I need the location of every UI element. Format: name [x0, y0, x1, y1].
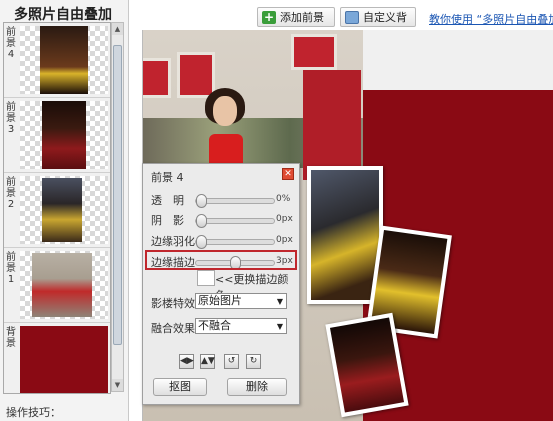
- layer-thumbnail: [20, 101, 108, 169]
- toolbar: + 添加前景 自定义背景 教你使用 “多照片自由叠加: [129, 0, 553, 44]
- slider-knob[interactable]: [196, 214, 207, 228]
- layer-list: 前景4 前景3 前景2 前景1 背景: [3, 22, 111, 394]
- layer-item-foreground-3[interactable]: 前景3: [4, 98, 110, 173]
- photo: [311, 170, 379, 300]
- storefront-red-wall: [303, 70, 361, 180]
- red-dress: [209, 134, 243, 164]
- layer-item-background[interactable]: 背景: [4, 323, 110, 393]
- feather-label: 边缘羽化: [151, 235, 195, 248]
- photo: [329, 317, 405, 413]
- building-window: [143, 58, 171, 98]
- opacity-value: 0%: [276, 194, 291, 204]
- layer-label: 前景3: [6, 102, 16, 135]
- layer-thumbnail: [20, 26, 108, 94]
- effect-label: 影楼特效: [151, 297, 195, 310]
- layer-list-scrollbar[interactable]: ▲ ▼: [111, 22, 124, 392]
- layer-thumbnail: [20, 251, 108, 319]
- feather-slider[interactable]: [195, 235, 275, 249]
- shadow-label: 阴 影: [151, 214, 184, 227]
- photo-thumbnail: [32, 253, 92, 317]
- layer-item-foreground-4[interactable]: 前景4: [4, 23, 110, 98]
- scroll-down-arrow-icon[interactable]: ▼: [112, 379, 123, 391]
- shadow-slider[interactable]: [195, 214, 275, 228]
- layer-item-foreground-2[interactable]: 前景2: [4, 173, 110, 248]
- cutout-button[interactable]: 抠图: [153, 378, 207, 396]
- blend-select-value: 不融合: [198, 319, 231, 332]
- flip-vertical-icon[interactable]: ▲▼: [200, 354, 215, 369]
- opacity-slider[interactable]: [195, 194, 275, 208]
- woman-face: [213, 96, 237, 126]
- photo-thumbnail: [42, 178, 82, 242]
- photo-thumbnail: [40, 26, 88, 94]
- panel-title: 前景 4: [151, 171, 184, 184]
- opacity-label: 透 明: [151, 194, 184, 207]
- add-foreground-label: 添加前景: [280, 11, 324, 24]
- layer-label: 前景4: [6, 27, 16, 60]
- tutorial-link[interactable]: 教你使用 “多照片自由叠加: [429, 11, 553, 27]
- add-foreground-button[interactable]: + 添加前景: [257, 7, 335, 27]
- stroke-highlight-box: [145, 250, 297, 270]
- effect-select-value: 原始图片: [198, 294, 242, 307]
- building-window: [291, 34, 337, 70]
- scrollbar-thumb[interactable]: [113, 45, 122, 345]
- layer-property-panel: 前景 4 ✕ 透 明 0% 阴 影 0px 边缘羽化 0px 边缘描边 3px …: [142, 163, 300, 405]
- close-icon[interactable]: ✕: [282, 168, 294, 180]
- rotate-left-icon[interactable]: ↺: [224, 354, 239, 369]
- slider-knob[interactable]: [196, 194, 207, 208]
- add-image-icon: +: [262, 10, 276, 24]
- blend-label: 融合效果: [151, 322, 195, 335]
- feather-value: 0px: [276, 235, 293, 245]
- stroke-color-swatch[interactable]: [197, 270, 215, 286]
- layer-label: 前景2: [6, 177, 16, 210]
- layer-sidebar: 多照片自由叠加 前景4 前景3 前景2 前景1 背景 ▲ ▼ 操作技巧：: [0, 0, 129, 421]
- dropdown-arrow-icon: ▼: [276, 322, 283, 331]
- custom-background-button[interactable]: 自定义背景: [340, 7, 416, 44]
- layer-thumbnail: [20, 176, 108, 244]
- sidebar-title: 多照片自由叠加: [14, 7, 112, 23]
- photo-thumbnail: [42, 101, 86, 169]
- dropdown-arrow-icon: ▼: [276, 297, 283, 306]
- blend-select[interactable]: 不融合 ▼: [195, 318, 287, 334]
- effect-select[interactable]: 原始图片 ▼: [195, 293, 287, 309]
- background-image-icon: [345, 11, 359, 24]
- delete-button[interactable]: 删除: [227, 378, 287, 396]
- layer-item-foreground-1[interactable]: 前景1: [4, 248, 110, 323]
- slider-knob[interactable]: [196, 235, 207, 249]
- shadow-value: 0px: [276, 214, 293, 224]
- rotate-right-icon[interactable]: ↻: [246, 354, 261, 369]
- tips-heading: 操作技巧：: [6, 406, 61, 419]
- scroll-up-arrow-icon[interactable]: ▲: [112, 23, 123, 35]
- layer-label: 前景1: [6, 252, 16, 285]
- background-thumbnail: [20, 326, 108, 393]
- layer-label: 背景: [6, 327, 16, 349]
- flip-horizontal-icon[interactable]: ◀▶: [179, 354, 194, 369]
- building-window: [177, 52, 215, 98]
